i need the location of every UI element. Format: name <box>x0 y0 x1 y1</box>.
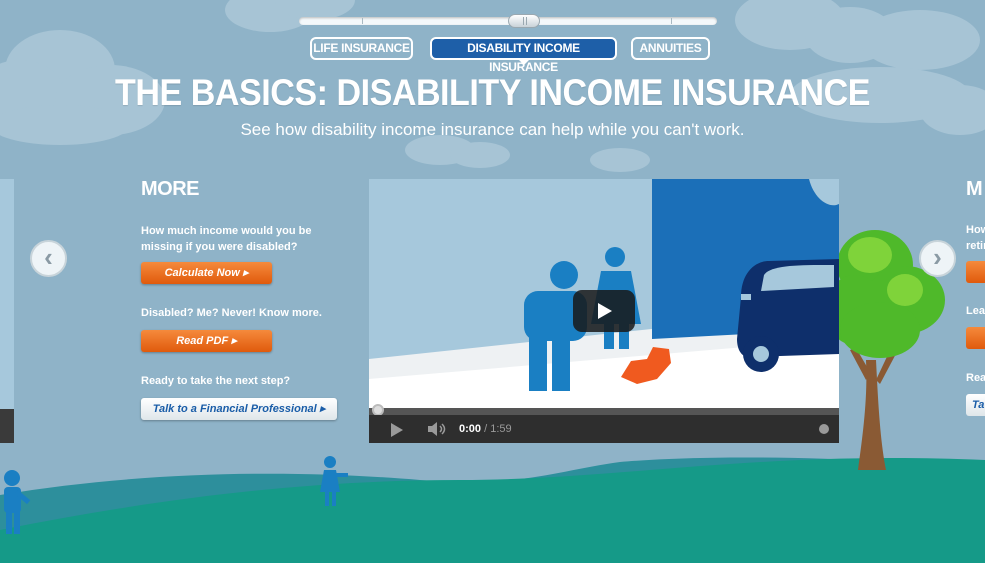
next-slide-text: Rea <box>966 372 985 384</box>
current-time: 0:00 <box>459 423 482 435</box>
slider-tick <box>671 18 672 24</box>
next-slide-text: How <box>966 224 985 236</box>
next-slide-button <box>966 261 985 283</box>
previous-arrow-icon[interactable]: ‹ <box>30 240 67 277</box>
previous-slide-controls <box>0 409 14 443</box>
next-slide-button <box>966 327 985 349</box>
video-progress-bar[interactable] <box>369 408 839 415</box>
previous-slide-preview <box>0 179 14 443</box>
more-panel: MORE How much income would you be missin… <box>141 178 361 420</box>
more-heading: MORE <box>141 178 200 200</box>
slider-handle[interactable] <box>508 14 540 28</box>
slider-tick <box>362 18 363 24</box>
talk-to-professional-button[interactable]: Talk to a Financial Professional ▸ <box>141 398 337 420</box>
video-play-overlay-button[interactable] <box>573 290 635 332</box>
video-time: 0:00 / 1:59 <box>459 423 512 435</box>
read-pdf-button[interactable]: Read PDF ▸ <box>141 330 272 352</box>
video-player[interactable]: 0:00 / 1:59 <box>369 179 839 443</box>
tab-annuities[interactable]: ANNUITIES <box>631 37 710 60</box>
disabled-question: Disabled? Me? Never! Know more. <box>141 307 322 319</box>
tab-disability-income-insurance[interactable]: DISABILITY INCOME INSURANCE <box>430 37 617 74</box>
next-slide-heading: M <box>966 178 983 200</box>
next-slide-button: Ta <box>966 394 985 416</box>
page-title: THE BASICS: DISABILITY INCOME INSURANCE <box>115 72 870 113</box>
volume-icon[interactable] <box>427 422 449 436</box>
next-arrow-icon[interactable]: › <box>919 240 956 277</box>
next-slide-text: retir <box>966 240 985 252</box>
next-step-question: Ready to take the next step? <box>141 375 291 387</box>
video-duration: / 1:59 <box>484 423 512 435</box>
calculate-now-button[interactable]: Calculate Now ▸ <box>141 262 272 284</box>
page-subtitle: See how disability income insurance can … <box>240 120 745 139</box>
watch-later-clock-icon[interactable] <box>819 424 829 434</box>
play-icon[interactable] <box>391 423 403 437</box>
income-question: How much income would you be missing if … <box>141 225 312 253</box>
tab-life-insurance[interactable]: LIFE INSURANCE <box>310 37 413 60</box>
next-slide-text: Lea <box>966 305 985 317</box>
video-controls: 0:00 / 1:59 <box>369 415 839 443</box>
